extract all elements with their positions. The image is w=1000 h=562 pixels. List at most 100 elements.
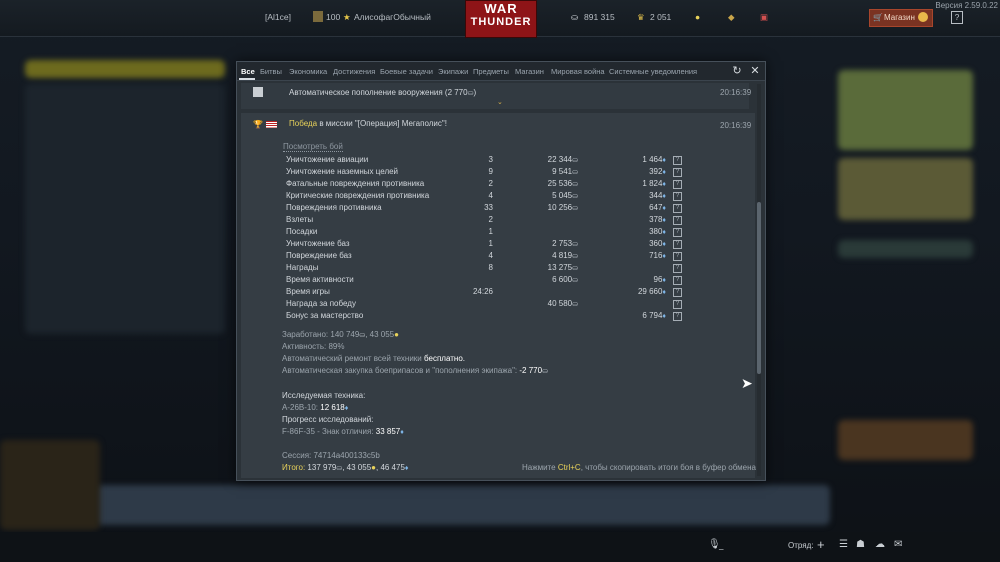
repair-line: Автоматический ремонт всей техники беспл… (282, 354, 465, 363)
view-battle-link[interactable]: Посмотреть бой (283, 142, 343, 152)
notifications-window: Все Битвы Экономика Достижения Боевые за… (236, 61, 766, 481)
notification-auto-refill[interactable]: Автоматическое пополнение вооружения (2 … (241, 83, 752, 109)
player-level: 100 (326, 12, 341, 22)
close-icon[interactable]: ✕ (749, 65, 761, 77)
reward-research-points: 380♦ (649, 227, 666, 236)
silver-lions-icon: ⛀ (572, 205, 578, 212)
reward-info-icon[interactable]: ? (673, 264, 682, 273)
silver-lions-icon: ⛀ (572, 265, 578, 272)
tab-items[interactable]: Предметы (473, 67, 509, 76)
scrollbar-thumb[interactable] (757, 202, 761, 374)
reward-label: Уничтожение авиации (286, 155, 369, 164)
tab-shop[interactable]: Магазин (515, 67, 544, 76)
reward-info-icon[interactable]: ? (673, 192, 682, 201)
reward-silver: 2 753⛀ (552, 239, 578, 248)
mic-status: _ (719, 541, 724, 550)
research-points-icon: ♦ (662, 229, 666, 236)
squad-tag: [Al1ce] (265, 12, 291, 22)
battle-result-title: Победа в миссии "[Операция] Мегаполис"! (289, 119, 447, 128)
silver-lions-icon: ⛀ (572, 169, 578, 176)
reward-label: Взлеты (286, 215, 314, 224)
research-points-icon: ♦ (662, 181, 666, 188)
tab-achievements[interactable]: Достижения (333, 67, 375, 76)
tab-all[interactable]: Все (241, 67, 255, 76)
reward-count: 2 (488, 179, 493, 188)
tab-system-notifications[interactable]: Системные уведомления (609, 67, 697, 76)
reward-label: Бонус за мастерство (286, 311, 364, 320)
player-nickname[interactable]: АлисофагОбычный (354, 12, 431, 22)
researched-title: Исследуемая техника: (282, 391, 366, 400)
activity-line: Активность: 89% (282, 342, 345, 351)
reward-research-points: 29 660♦ (637, 287, 666, 296)
research-points-icon: ♦ (662, 205, 666, 212)
reward-count: 1 (488, 227, 493, 236)
reward-silver: 10 256⛀ (547, 203, 578, 212)
reward-silver: 9 541⛀ (552, 167, 578, 176)
tab-world-war[interactable]: Мировая война (551, 67, 605, 76)
golden-eagles-icon: ♛ (637, 12, 645, 22)
reward-silver: 5 045⛀ (552, 191, 578, 200)
reward-silver: 4 819⛀ (552, 251, 578, 260)
reward-info-icon[interactable]: ? (673, 312, 682, 321)
reward-info-icon[interactable]: ? (673, 276, 682, 285)
usa-flag-icon (266, 121, 277, 128)
player-avatar[interactable] (313, 11, 323, 22)
total-line: Итого: 137 979⛀, 43 055●, 46 475♦ (282, 463, 409, 472)
trophy-icon: 🏆 (253, 120, 263, 129)
war-thunder-logo: WAR THUNDER (465, 0, 537, 38)
reward-info-icon[interactable]: ? (673, 252, 682, 261)
reward-label: Награда за победу (286, 299, 356, 308)
silver-lions-icon: ⛀ (571, 12, 579, 22)
reward-research-points: 1 464♦ (642, 155, 666, 164)
research-points-icon: ♦ (662, 241, 666, 248)
reward-research-points: 96♦ (653, 275, 666, 284)
tab-battle-tasks[interactable]: Боевые задачи (380, 67, 433, 76)
reward-research-points: 716♦ (649, 251, 666, 260)
reward-label: Посадки (286, 227, 318, 236)
shop-button[interactable]: 🛒 Магазин (869, 9, 933, 27)
research-points-icon: ♦ (662, 169, 666, 176)
reward-info-icon[interactable]: ? (673, 180, 682, 189)
refresh-icon[interactable]: ↻ (731, 65, 743, 77)
reward-label: Время активности (286, 275, 354, 284)
tab-battles[interactable]: Битвы (260, 67, 282, 76)
reward-info-icon[interactable]: ? (673, 168, 682, 177)
add-squad-member-icon[interactable]: + (817, 537, 825, 552)
reward-research-points: 6 794♦ (642, 311, 666, 320)
silver-lions-icon: ⛀ (572, 181, 578, 188)
researched-line: А-26В-10: 12 618♦ (282, 403, 349, 412)
notifications-scrollbar[interactable] (757, 84, 761, 476)
tab-crews[interactable]: Экипажи (438, 67, 468, 76)
reward-info-icon[interactable]: ? (673, 240, 682, 249)
lightbulb-icon[interactable]: ● (695, 12, 700, 22)
expand-chevron-icon[interactable]: ⌄ (497, 98, 503, 106)
reward-research-points: 647♦ (649, 203, 666, 212)
research-points-icon: ♦ (662, 193, 666, 200)
message-time: 20:16:39 (720, 88, 752, 97)
reward-info-icon[interactable]: ? (673, 204, 682, 213)
coupon-icon[interactable]: ▣ (760, 12, 768, 23)
reward-count: 4 (488, 251, 493, 260)
silver-lions-icon: ⛀ (572, 277, 578, 284)
reward-info-icon[interactable]: ? (673, 216, 682, 225)
research-points-icon: ♦ (662, 313, 666, 320)
silver-lions-icon: ⛀ (572, 301, 578, 308)
reward-info-icon[interactable]: ? (673, 156, 682, 165)
reward-label: Повреждение баз (286, 251, 352, 260)
reward-info-icon[interactable]: ? (673, 288, 682, 297)
chat-icon[interactable]: ☁ (875, 539, 885, 550)
purchase-line: Автоматическая закупка боеприпасов и "по… (282, 366, 548, 375)
reward-info-icon[interactable]: ? (673, 228, 682, 237)
reward-info-icon[interactable]: ? (673, 300, 682, 309)
list-icon[interactable]: ☰ (839, 539, 848, 550)
mail-icon[interactable]: ✉ (894, 539, 902, 550)
reward-research-points: 392♦ (649, 167, 666, 176)
auto-refill-text: Автоматическое пополнение вооружения (2 … (289, 88, 477, 97)
tab-economy[interactable]: Экономика (289, 67, 327, 76)
contacts-icon[interactable]: ☗ (856, 539, 865, 550)
wager-icon[interactable]: ◆ (728, 12, 735, 23)
help-button[interactable]: ? (951, 11, 963, 24)
reward-research-points: 1 824♦ (642, 179, 666, 188)
ammo-icon (253, 87, 263, 97)
message-time: 20:16:39 (720, 121, 752, 130)
